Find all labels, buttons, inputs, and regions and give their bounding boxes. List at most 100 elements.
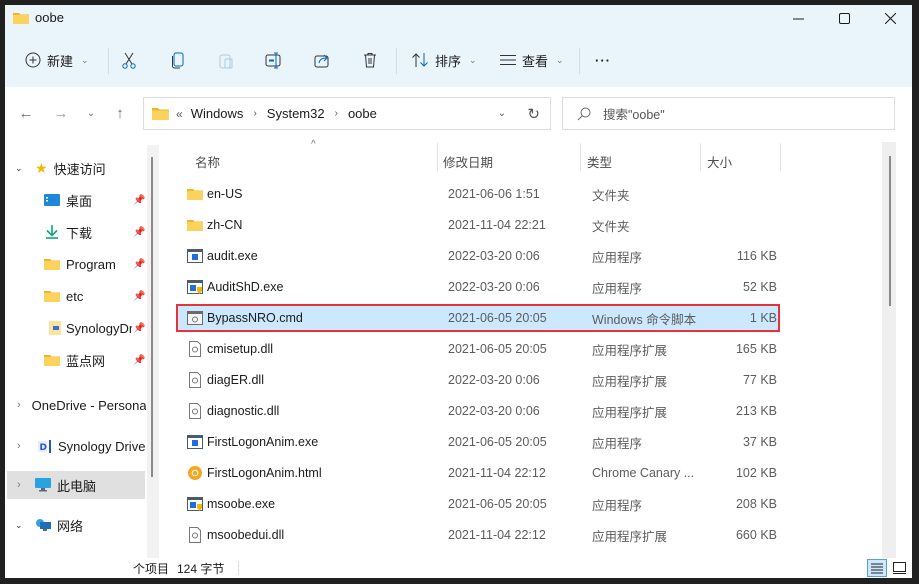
close-button[interactable] [867,5,912,31]
file-type: 文件夹 [592,219,630,234]
synology-folder-icon [49,321,61,335]
file-row[interactable]: en-US 2021-06-06 1:51 文件夹 [177,181,779,207]
more-options-button[interactable]: ··· [595,43,611,77]
overflow-crumb[interactable]: « [176,107,183,121]
column-divider[interactable] [580,143,581,171]
sidebar-item-quick-access[interactable]: ⌄ ★ 快速访问 [5,154,146,182]
sidebar-item-etc[interactable]: etc 📌 [5,282,146,310]
command-bar: 新建 ⌄ 排序 ⌄ 查看 ⌄ ··· [5,43,912,77]
chevron-right-icon[interactable]: › [17,440,29,452]
back-button[interactable]: ← [15,102,37,124]
file-date: 2021-06-05 20:05 [448,497,547,511]
file-row[interactable]: audit.exe 2022-03-20 0:06 应用程序 116 KB [177,243,779,269]
new-button[interactable]: 新建 ⌄ [25,43,89,77]
scrollbar-thumb[interactable] [889,156,891,306]
file-list-scrollbar[interactable] [882,142,896,558]
file-name: FirstLogonAnim.exe [207,435,319,449]
sidebar-item-downloads[interactable]: 下载 📌 [5,218,146,246]
chevron-down-icon[interactable]: ⌄ [15,520,27,531]
chevron-right-icon[interactable]: › [253,108,256,119]
sidebar-item-this-pc[interactable]: › 此电脑 [7,471,145,499]
chevron-down-icon[interactable]: ⌄ [15,163,27,174]
breadcrumb-windows[interactable]: Windows [191,106,244,121]
up-button[interactable]: ↑ [109,102,131,124]
window-title: oobe [35,10,64,25]
search-box[interactable]: 搜索"oobe" [562,97,895,130]
star-icon: ★ [35,159,48,176]
pin-icon[interactable]: 📌 [133,322,146,334]
file-row-selected[interactable]: BypassNRO.cmd 2021-06-05 20:05 Windows 命令脚… [176,304,780,332]
sidebar-item-desktop[interactable]: 桌面 📌 [5,186,146,214]
column-header-size[interactable]: 大小 [707,147,732,175]
file-row[interactable]: cmisetup.dll 2021-06-05 20:05 应用程序扩展 165 KB [177,336,779,362]
pin-icon[interactable]: 📌 [133,355,145,366]
chevron-right-icon[interactable]: › [17,399,21,411]
folder-icon [187,189,203,200]
sidebar-item-synologydrive[interactable]: SynologyDrive 📌 [5,314,146,342]
file-size: 102 KB [735,466,777,480]
column-header-type[interactable]: 类型 [587,147,612,175]
maximize-button[interactable] [821,5,867,31]
delete-button[interactable] [362,43,378,77]
column-divider[interactable] [700,143,701,171]
chevron-right-icon[interactable]: › [335,108,338,119]
breadcrumb-oobe[interactable]: oobe [348,106,377,121]
copy-button[interactable] [170,43,186,77]
forward-button[interactable]: → [50,102,72,124]
sort-button[interactable]: 排序 ⌄ [411,43,477,77]
file-row[interactable]: diagnostic.dll 2022-03-20 0:06 应用程序扩展 213 K… [177,398,779,424]
pin-icon[interactable]: 📌 [133,195,145,206]
breadcrumb-system32[interactable]: System32 [267,106,325,121]
pin-icon[interactable]: 📌 [133,291,145,302]
sidebar-label: OneDrive - Personal [31,397,146,413]
file-row[interactable]: msoobedui.dll 2021-11-04 22:12 应用程序扩展 660 K… [177,522,779,548]
sidebar-item-program[interactable]: Program 📌 [5,250,146,278]
rename-button[interactable] [265,43,283,77]
cut-icon [122,52,136,69]
recent-locations-button[interactable]: ⌄ [80,102,102,124]
file-row[interactable]: msoobe.exe 2021-06-05 20:05 应用程序 208 KB [177,491,779,517]
sidebar-item-landian[interactable]: 蓝点网 📌 [5,346,146,374]
sidebar-item-synology-drive[interactable]: › D Synology Drive [5,432,146,460]
arrow-right-icon: → [53,104,69,122]
chevron-down-icon: ⌄ [556,54,564,65]
sidebar-scrollbar[interactable] [147,145,159,558]
file-type: 应用程序 [592,436,643,451]
column-divider[interactable] [780,143,781,171]
file-row[interactable]: FirstLogonAnim.html 2021-11-04 22:12 Chrom… [177,460,779,486]
pin-icon[interactable]: 📌 [133,259,145,270]
address-bar[interactable]: « Windows › System32 › oobe ⌄ ↻ [143,97,551,130]
file-row[interactable]: FirstLogonAnim.exe 2021-06-05 20:05 应用程序 37… [177,429,779,455]
large-icons-view-button[interactable] [889,559,909,577]
file-name: FirstLogonAnim.html [207,466,322,480]
sidebar-item-network[interactable]: ⌄ 网络 [5,511,146,539]
download-icon [46,225,58,239]
file-date: 2022-03-20 0:06 [448,249,540,263]
scrollbar-thumb[interactable] [151,157,153,477]
file-row[interactable]: diagER.dll 2022-03-20 0:06 应用程序扩展 77 KB [177,367,779,393]
chevron-right-icon[interactable]: › [17,479,29,491]
column-label: 大小 [707,155,733,170]
column-header-date[interactable]: 修改日期 [443,147,493,175]
minimize-button[interactable] [775,5,821,31]
view-label: 查看 [522,53,549,69]
navigation-pane: ⌄ ★ 快速访问 桌面 📌 下载 📌 Program 📌 etc 📌 Synol… [5,145,146,555]
view-button[interactable]: 查看 ⌄ [500,43,564,77]
details-view-button[interactable] [867,559,887,577]
address-dropdown-button[interactable]: ⌄ [498,108,506,119]
share-button[interactable] [314,43,330,77]
paste-button[interactable] [218,43,234,77]
pin-icon[interactable]: 📌 [133,227,145,238]
status-bar: 个项目 124 字节 [5,558,912,578]
file-size: 165 KB [735,342,777,356]
status-divider [238,561,239,575]
cut-button[interactable] [121,43,137,77]
chevron-down-icon: ⌄ [81,54,89,65]
refresh-icon[interactable]: ↻ [527,105,540,123]
column-header-name[interactable]: 名称 [195,147,220,175]
file-row[interactable]: AuditShD.exe 2022-03-20 0:06 应用程序 52 KB [177,274,779,300]
sidebar-item-onedrive[interactable]: › OneDrive - Personal [5,391,146,419]
column-divider[interactable] [437,143,438,171]
file-name: cmisetup.dll [207,342,273,356]
file-row[interactable]: zh-CN 2021-11-04 22:21 文件夹 [177,212,779,238]
